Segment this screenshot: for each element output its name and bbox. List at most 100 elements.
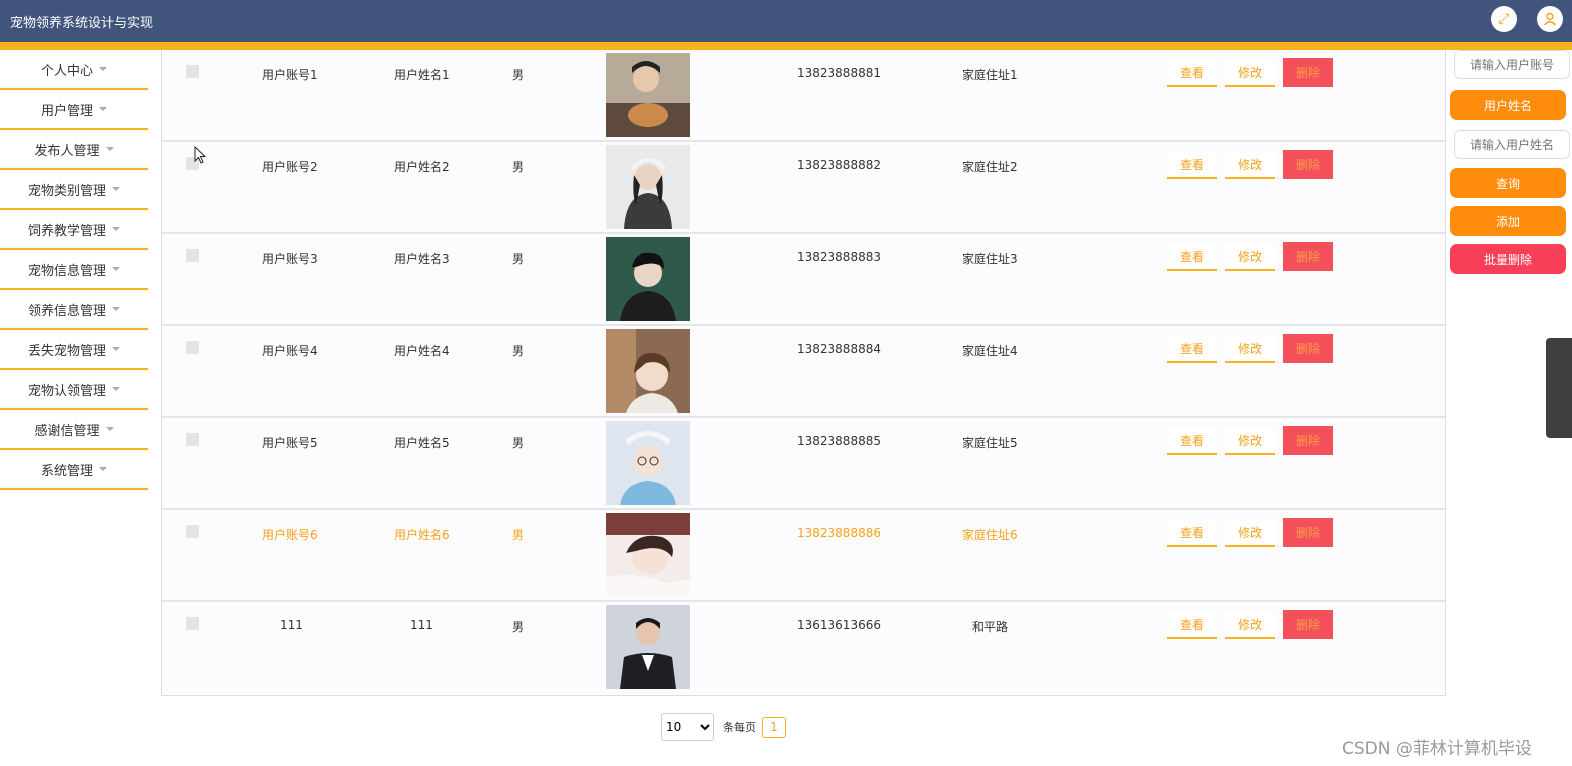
view-button[interactable]: 查看 — [1167, 520, 1217, 547]
row-checkbox[interactable] — [186, 65, 199, 78]
delete-button[interactable]: 删除 — [1283, 518, 1333, 547]
row-checkbox[interactable] — [186, 249, 199, 262]
cell-address: 家庭住址6 — [962, 528, 1018, 542]
caret-down-icon — [112, 347, 120, 351]
delete-button[interactable]: 删除 — [1283, 334, 1333, 363]
cell-account: 用户账号4 — [262, 344, 318, 358]
table-row: 111 111 男 13613613666 和平路 查看 修改 删除 — [162, 602, 1445, 694]
cell-address: 家庭住址3 — [962, 252, 1018, 266]
sidebar-item-label: 发布人管理 — [34, 143, 100, 159]
sidebar: 个人中心 用户管理 发布人管理 宠物类别管理 饲养教学管理 宠物信息管理 领养信… — [0, 50, 148, 490]
sidebar-item-adoption-info-management[interactable]: 领养信息管理 — [0, 290, 148, 330]
view-button[interactable]: 查看 — [1167, 612, 1217, 639]
cell-phone: 13823888885 — [797, 434, 881, 448]
cell-gender: 男 — [512, 252, 525, 266]
sidebar-item-label: 丢失宠物管理 — [27, 343, 106, 359]
page-number-button[interactable]: 1 — [762, 716, 786, 738]
cell-name: 用户姓名1 — [394, 68, 450, 82]
delete-button[interactable]: 删除 — [1283, 58, 1333, 87]
edit-button[interactable]: 修改 — [1225, 520, 1275, 547]
cell-phone: 13823888886 — [797, 526, 881, 540]
sidebar-item-lost-pet-management[interactable]: 丢失宠物管理 — [0, 330, 148, 370]
sidebar-item-user-management[interactable]: 用户管理 — [0, 90, 148, 130]
add-button[interactable]: 添加 — [1450, 206, 1566, 236]
cell-address: 家庭住址2 — [962, 160, 1018, 174]
caret-down-icon — [112, 307, 120, 311]
cell-name: 111 — [410, 618, 433, 632]
row-checkbox[interactable] — [186, 617, 199, 630]
sidebar-item-label: 感谢信管理 — [34, 423, 100, 439]
view-button[interactable]: 查看 — [1167, 60, 1217, 87]
view-button[interactable]: 查看 — [1167, 336, 1217, 363]
cell-address: 家庭住址4 — [962, 344, 1018, 358]
cell-account: 用户账号6 — [262, 528, 318, 542]
delete-button[interactable]: 删除 — [1283, 242, 1333, 271]
cell-account: 111 — [280, 618, 303, 632]
mouse-cursor-icon — [194, 146, 206, 164]
name-label-button[interactable]: 用户姓名 — [1450, 90, 1566, 120]
edit-button[interactable]: 修改 — [1225, 244, 1275, 271]
row-checkbox[interactable] — [186, 341, 199, 354]
view-button[interactable]: 查看 — [1167, 244, 1217, 271]
query-button[interactable]: 查询 — [1450, 168, 1566, 198]
sidebar-item-publisher-management[interactable]: 发布人管理 — [0, 130, 148, 170]
name-search-input[interactable] — [1454, 130, 1570, 159]
view-button[interactable]: 查看 — [1167, 152, 1217, 179]
fullscreen-icon[interactable]: ⤢ — [1491, 6, 1517, 32]
cell-phone: 13613613666 — [797, 618, 881, 632]
view-button[interactable]: 查看 — [1167, 428, 1217, 455]
drawer-toggle-tab[interactable] — [1546, 338, 1572, 438]
delete-button[interactable]: 删除 — [1283, 426, 1333, 455]
cell-gender: 男 — [512, 68, 525, 82]
delete-button[interactable]: 删除 — [1283, 150, 1333, 179]
cell-phone: 13823888883 — [797, 250, 881, 264]
edit-button[interactable]: 修改 — [1225, 152, 1275, 179]
sidebar-item-feeding-tutorial-management[interactable]: 饲养教学管理 — [0, 210, 148, 250]
caret-down-icon — [105, 147, 114, 151]
cell-address: 家庭住址1 — [962, 68, 1018, 82]
sidebar-item-label: 饲养教学管理 — [27, 223, 106, 239]
sidebar-item-label: 个人中心 — [40, 63, 93, 79]
user-photo — [606, 53, 690, 137]
sidebar-item-pet-claim-management[interactable]: 宠物认领管理 — [0, 370, 148, 410]
table-row: 用户账号1 用户姓名1 男 13823888881 家庭住址1 查看 修改 删除 — [162, 50, 1445, 142]
batch-delete-button[interactable]: 批量删除 — [1450, 244, 1566, 274]
cell-phone: 13823888882 — [797, 158, 881, 172]
edit-button[interactable]: 修改 — [1225, 612, 1275, 639]
cell-address: 和平路 — [972, 620, 1009, 634]
caret-down-icon — [99, 67, 107, 71]
cell-address: 家庭住址5 — [962, 436, 1018, 450]
caret-down-icon — [112, 267, 120, 271]
sidebar-item-label: 宠物认领管理 — [27, 383, 106, 399]
account-search-input[interactable] — [1454, 50, 1570, 79]
user-photo — [606, 421, 690, 505]
watermark-text: CSDN @菲林计算机毕设 — [1342, 739, 1532, 759]
cell-phone: 13823888881 — [797, 66, 881, 80]
sidebar-item-thank-you-letter-management[interactable]: 感谢信管理 — [0, 410, 148, 450]
cell-phone: 13823888884 — [797, 342, 881, 356]
table-row: 用户账号5 用户姓名5 男 13823888885 家庭住址5 查看 修改 删除 — [162, 418, 1445, 510]
user-icon[interactable] — [1537, 6, 1563, 32]
app-title: 宠物领养系统设计与实现 — [10, 16, 154, 31]
user-photo — [606, 605, 690, 689]
row-checkbox[interactable] — [186, 433, 199, 446]
table-row: 用户账号3 用户姓名3 男 13823888883 家庭住址3 查看 修改 删除 — [162, 234, 1445, 326]
table-row: 用户账号6 用户姓名6 男 13823888886 家庭住址6 查看 修改 删除 — [162, 510, 1445, 602]
sidebar-item-pet-info-management[interactable]: 宠物信息管理 — [0, 250, 148, 290]
cell-account: 用户账号2 — [262, 160, 318, 174]
caret-down-icon — [99, 467, 107, 471]
sidebar-item-personal-center[interactable]: 个人中心 — [0, 50, 148, 90]
user-photo — [606, 237, 690, 321]
edit-button[interactable]: 修改 — [1225, 336, 1275, 363]
edit-button[interactable]: 修改 — [1225, 428, 1275, 455]
cell-gender: 男 — [512, 528, 525, 542]
user-photo — [606, 513, 690, 597]
sidebar-item-label: 宠物类别管理 — [27, 183, 106, 199]
row-checkbox[interactable] — [186, 525, 199, 538]
delete-button[interactable]: 删除 — [1283, 610, 1333, 639]
top-bar: 宠物领养系统设计与实现 ⤢ — [0, 0, 1572, 50]
page-size-select[interactable]: 10 — [661, 713, 714, 741]
sidebar-item-pet-category-management[interactable]: 宠物类别管理 — [0, 170, 148, 210]
sidebar-item-system-management[interactable]: 系统管理 — [0, 450, 148, 490]
edit-button[interactable]: 修改 — [1225, 60, 1275, 87]
